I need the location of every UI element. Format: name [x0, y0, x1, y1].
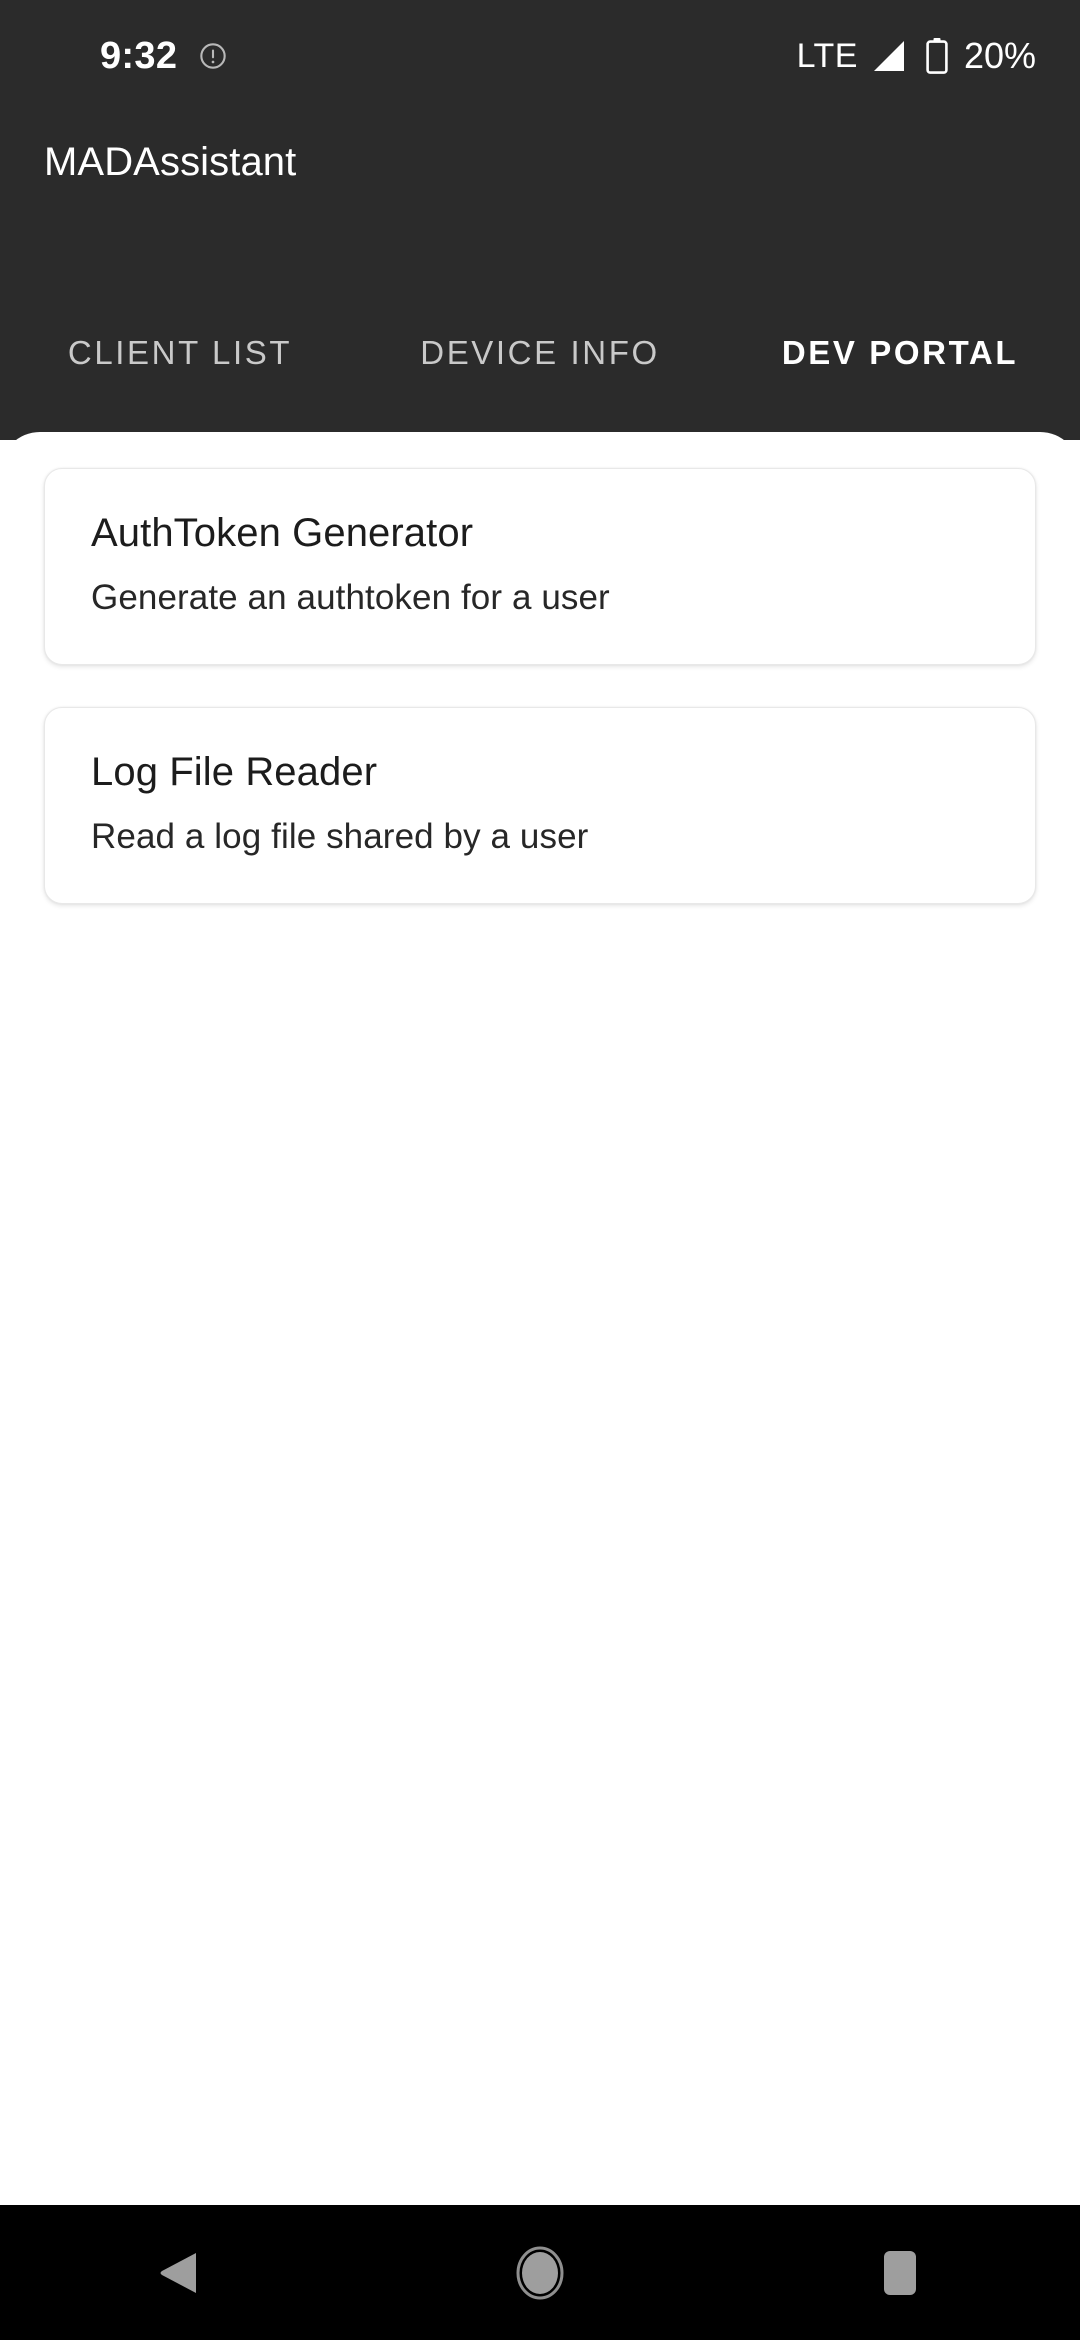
nav-home-button[interactable]	[440, 2205, 640, 2340]
page-title: MADAssistant	[44, 140, 297, 184]
card-subtitle: Read a log file shared by a user	[91, 816, 589, 856]
tab-dev-portal[interactable]: DEV PORTAL	[720, 336, 1080, 369]
content-sheet: AuthToken Generator Generate an authtoke…	[0, 432, 1080, 2205]
status-bar-right: LTE 20%	[797, 38, 1036, 74]
tab-client-list[interactable]: CLIENT LIST	[0, 336, 360, 369]
card-log-file-reader[interactable]: Log File Reader Read a log file shared b…	[44, 707, 1036, 905]
app-bar: MADAssistant	[0, 112, 1080, 212]
system-navigation-bar	[0, 2205, 1080, 2340]
card-subtitle: Generate an authtoken for a user	[91, 577, 610, 617]
nav-recents-button[interactable]	[800, 2205, 1000, 2340]
status-bar: 9:32 LTE 20%	[0, 0, 1080, 112]
battery-icon	[920, 38, 948, 74]
back-triangle-icon	[158, 2249, 202, 2297]
recents-square-icon	[879, 2248, 921, 2298]
app-chrome: 9:32 LTE 20% MADAssistant CLIENT LIST DE…	[0, 0, 1080, 440]
tab-bar: CLIENT LIST DEVICE INFO DEV PORTAL	[0, 300, 1080, 432]
phone-screen: 9:32 LTE 20% MADAssistant CLIENT LIST DE…	[0, 0, 1080, 2340]
status-clock: 9:32	[100, 35, 178, 77]
battery-percent-label: 20%	[963, 35, 1036, 76]
card-title: Log File Reader	[91, 750, 378, 795]
home-circle-icon	[515, 2245, 565, 2301]
card-authtoken-generator[interactable]: AuthToken Generator Generate an authtoke…	[44, 468, 1036, 666]
signal-bars-icon	[872, 40, 906, 72]
network-type-label: LTE	[796, 37, 858, 75]
tab-device-info[interactable]: DEVICE INFO	[360, 336, 720, 369]
nav-back-button[interactable]	[80, 2205, 280, 2340]
status-bar-left: 9:32	[100, 37, 227, 75]
card-title: AuthToken Generator	[91, 511, 474, 555]
alert-circle-icon	[199, 42, 227, 70]
